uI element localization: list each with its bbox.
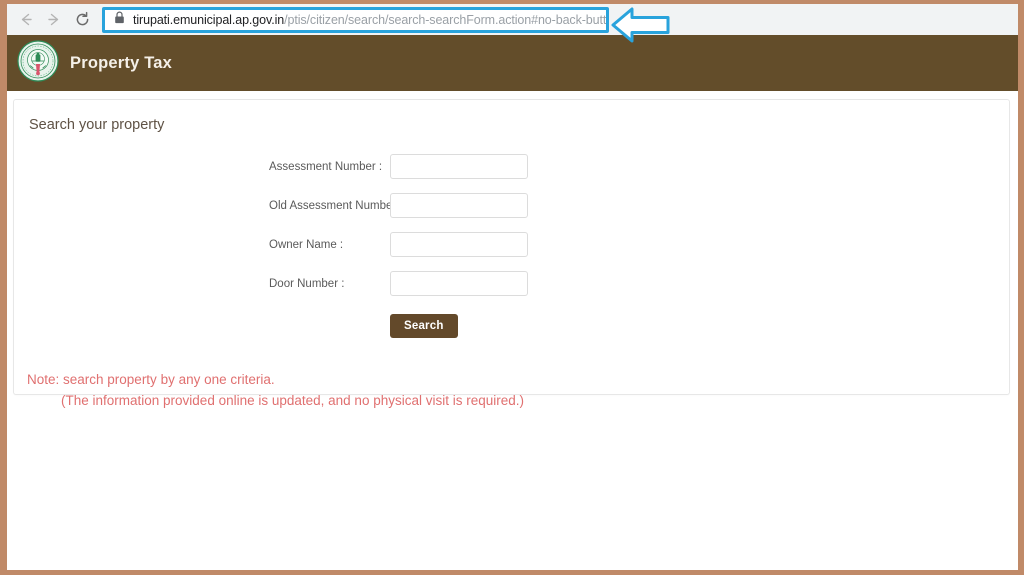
url-path: /ptis/citizen/search/search-searchForm.a… [284,12,606,27]
url-text: tirupati.emunicipal.ap.gov.in/ptis/citiz… [133,13,606,27]
label-assessment-number: Assessment Number : [269,160,383,173]
form-row-old-assessment-number: Old Assessment Number : [14,186,1009,225]
site-header: Property Tax [7,35,1018,91]
search-property-card: Search your property Assessment Number :… [13,99,1010,408]
url-domain: tirupati.emunicipal.ap.gov.in [133,12,285,27]
ap-government-emblem-icon [17,39,59,87]
button-row: Search [14,303,1009,343]
lock-icon [114,11,125,29]
browser-toolbar: tirupati.emunicipal.ap.gov.in/ptis/citiz… [7,4,1018,43]
note-line-1: Note: search property by any one criteri… [27,372,275,387]
old-assessment-number-input[interactable] [390,193,528,218]
forward-button[interactable] [40,6,67,33]
label-door-number: Door Number : [269,277,345,290]
reload-icon [73,10,92,29]
label-owner-name: Owner Name : [269,238,344,251]
browser-window: tirupati.emunicipal.ap.gov.in/ptis/citiz… [7,4,1018,570]
address-bar[interactable]: tirupati.emunicipal.ap.gov.in/ptis/citiz… [105,10,606,30]
arrow-left-icon [17,10,36,29]
owner-name-input[interactable] [390,232,528,257]
card-title: Search your property [29,117,165,133]
note-block: Note: search property by any one criteri… [14,343,1009,411]
label-old-assessment-number: Old Assessment Number : [269,199,403,212]
form-row-assessment-number: Assessment Number : [14,147,1009,186]
form-row-door-number: Door Number : [14,264,1009,303]
note-line-2: (The information provided online is upda… [61,393,525,408]
page-title: Property Tax [70,53,173,72]
screenshot-root: tirupati.emunicipal.ap.gov.in/ptis/citiz… [0,0,1024,575]
reload-button[interactable] [69,6,96,33]
search-button[interactable]: Search [390,314,458,338]
assessment-number-input[interactable] [390,154,528,179]
arrow-right-icon [44,10,63,29]
back-button[interactable] [13,6,40,33]
address-bar-container[interactable]: tirupati.emunicipal.ap.gov.in/ptis/citiz… [102,6,609,33]
door-number-input[interactable] [390,271,528,296]
page-body: Search your property Assessment Number :… [7,91,1018,570]
form-row-owner-name: Owner Name : [14,225,1009,264]
